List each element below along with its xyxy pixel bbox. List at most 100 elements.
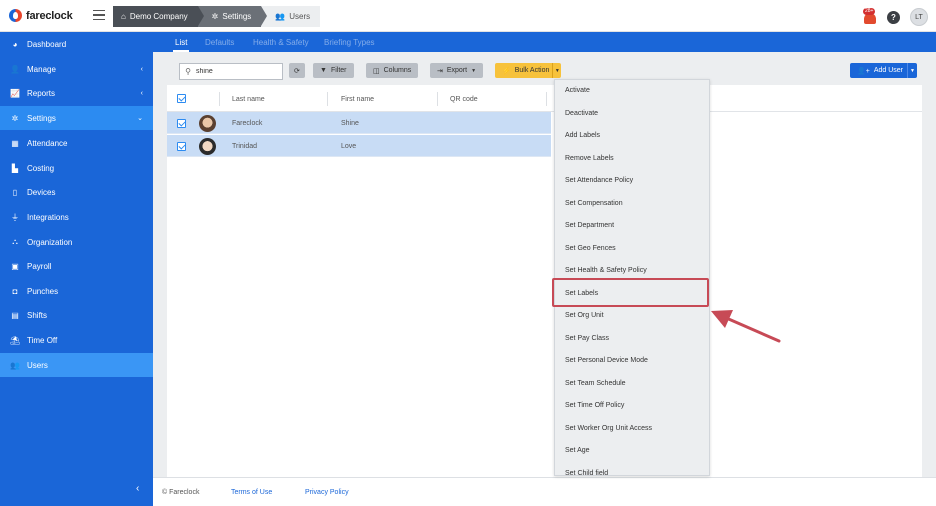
row-checkbox[interactable]: [177, 142, 186, 151]
cell-last-name: Trinidad: [232, 143, 258, 150]
gear-icon: ✲: [11, 113, 19, 123]
users-icon: 👥: [10, 360, 20, 370]
sidebar-item-reports[interactable]: 📈 Reports ‹: [0, 81, 153, 105]
fareclock-logo-icon: [9, 9, 22, 22]
sidebar: ◕ Dashboard 👤 Manage ‹ 📈 Reports ‹ ✲ Set…: [0, 32, 153, 506]
breadcrumb-settings[interactable]: ✲ Settings: [197, 6, 267, 27]
logo-text: fareclock: [26, 9, 73, 22]
breadcrumb-company[interactable]: ⌂ Demo Company: [113, 6, 204, 27]
dashboard-icon: ◕: [12, 39, 18, 49]
menu-item-set-child-field[interactable]: Set Child field: [555, 463, 709, 476]
refresh-button[interactable]: ⟳: [289, 63, 305, 78]
collapse-sidebar-icon[interactable]: ‹: [136, 483, 139, 494]
bulk-action-button[interactable]: ⚡ Bulk Action ▼: [495, 63, 562, 78]
bolt-icon: ⚡: [502, 67, 511, 75]
menu-item-set-compensation[interactable]: Set Compensation: [555, 193, 709, 215]
gear-icon: ✲: [211, 12, 219, 21]
device-icon: ▯: [12, 187, 18, 197]
sidebar-item-manage[interactable]: 👤 Manage ‹: [0, 57, 153, 81]
select-all-checkbox[interactable]: [177, 94, 186, 103]
sidebar-item-costing[interactable]: ▙ Costing: [0, 156, 153, 180]
sidebar-item-attendance[interactable]: ▦ Attendance: [0, 131, 153, 155]
cell-last-name: Fareclock: [232, 120, 263, 127]
menu-item-set-team-schedule[interactable]: Set Team Schedule: [555, 373, 709, 395]
columns-icon: ◫: [373, 67, 380, 75]
chevron-down-icon[interactable]: ▼: [552, 63, 561, 78]
columns-button[interactable]: ◫ Columns: [366, 63, 419, 78]
menu-item-set-org-unit[interactable]: Set Org Unit: [555, 305, 709, 327]
menu-item-set-department[interactable]: Set Department: [555, 215, 709, 237]
sidebar-item-dashboard[interactable]: ◕ Dashboard: [0, 32, 153, 56]
menu-item-set-age[interactable]: Set Age: [555, 440, 709, 462]
sidebar-item-payroll[interactable]: ▣ Payroll: [0, 254, 153, 278]
footer-copyright: © Fareclock: [162, 489, 200, 496]
menu-item-activate[interactable]: Activate: [555, 80, 709, 102]
highlight-box: [552, 278, 709, 307]
notifications-button[interactable]: 28+: [863, 8, 877, 24]
sidebar-item-organization[interactable]: ⛬ Organization: [0, 230, 153, 254]
tab-list[interactable]: List: [172, 38, 190, 52]
menu-item-set-personal-device-mode[interactable]: Set Personal Device Mode: [555, 350, 709, 372]
sidebar-item-punches[interactable]: ◘ Punches: [0, 279, 153, 303]
sidebar-item-settings[interactable]: ✲ Settings ⌄: [0, 106, 153, 130]
sidebar-item-time-off[interactable]: ⛱ Time Off: [0, 328, 153, 352]
cell-first-name: Love: [341, 143, 357, 150]
menu-item-set-geo-fences[interactable]: Set Geo Fences: [555, 238, 709, 260]
logo[interactable]: fareclock: [9, 9, 73, 22]
sidebar-item-shifts[interactable]: ▤ Shifts: [0, 303, 153, 327]
chevron-left-icon: ‹: [140, 89, 143, 97]
footer: © Fareclock Terms of Use Privacy Policy: [153, 477, 936, 506]
menu-item-set-pay-class[interactable]: Set Pay Class: [555, 328, 709, 350]
tab-health-safety[interactable]: Health & Safety: [253, 38, 309, 47]
add-user-button[interactable]: 👤+ Add User ▼: [850, 63, 917, 78]
menu-item-deactivate[interactable]: Deactivate: [555, 103, 709, 125]
help-icon[interactable]: ?: [887, 10, 900, 24]
menu-item-remove-labels[interactable]: Remove Labels: [555, 148, 709, 170]
hamburger-menu-icon[interactable]: [93, 10, 105, 20]
search-input[interactable]: [196, 68, 276, 75]
breadcrumb-users[interactable]: 👥 Users: [261, 6, 321, 27]
column-first-name[interactable]: First name: [341, 96, 374, 103]
menu-item-add-labels[interactable]: Add Labels: [555, 125, 709, 147]
punch-icon: ◘: [12, 286, 18, 296]
table-row[interactable]: Trinidad Love: [167, 135, 551, 157]
chevron-down-icon: ▼: [471, 67, 477, 74]
column-last-name[interactable]: Last name: [232, 96, 265, 103]
calendar-icon: ▤: [11, 310, 19, 320]
terms-link[interactable]: Terms of Use: [231, 489, 272, 496]
top-bar: fareclock ⌂ Demo Company ✲ Settings 👥 Us…: [0, 0, 936, 32]
export-button[interactable]: ⇥ Export ▼: [430, 63, 484, 78]
beach-icon: ⛱: [10, 335, 21, 345]
table-row[interactable]: Fareclock Shine: [167, 112, 551, 134]
table-header: Last name First name QR code: [167, 85, 922, 112]
menu-item-set-attendance-policy[interactable]: Set Attendance Policy: [555, 170, 709, 192]
breadcrumb: ⌂ Demo Company ✲ Settings 👥 Users: [113, 6, 321, 27]
sidebar-item-devices[interactable]: ▯ Devices: [0, 180, 153, 204]
privacy-link[interactable]: Privacy Policy: [305, 489, 349, 496]
tab-bar: List Defaults Health & Safety Briefing T…: [153, 32, 936, 52]
notification-badge: 28+: [863, 8, 876, 15]
sidebar-item-integrations[interactable]: ⏚ Integrations: [0, 205, 153, 229]
payroll-icon: ▣: [11, 261, 19, 271]
chevron-down-icon[interactable]: ▼: [907, 63, 917, 78]
row-checkbox[interactable]: [177, 119, 186, 128]
search-box: ⚲: [179, 63, 283, 80]
plug-icon: ⏚: [11, 212, 19, 222]
tab-briefing-types[interactable]: Briefing Types: [324, 38, 375, 47]
home-icon: ⌂: [121, 12, 126, 21]
search-icon: ⚲: [185, 67, 191, 76]
users-icon: 👥: [275, 12, 286, 21]
avatar: [199, 138, 216, 155]
sidebar-item-users[interactable]: 👥 Users: [0, 353, 153, 377]
attendance-icon: ▦: [11, 138, 19, 148]
chart-icon: 📈: [10, 88, 20, 98]
menu-item-set-time-off-policy[interactable]: Set Time Off Policy: [555, 395, 709, 417]
cell-first-name: Shine: [341, 120, 359, 127]
org-icon: ⛬: [12, 237, 18, 246]
user-avatar[interactable]: LT: [910, 8, 928, 26]
menu-item-set-worker-org-unit-access[interactable]: Set Worker Org Unit Access: [555, 418, 709, 440]
filter-button[interactable]: ▼ Filter: [313, 63, 354, 78]
header-actions: 28+ ? LT: [863, 8, 928, 26]
tab-defaults[interactable]: Defaults: [205, 38, 234, 47]
column-qr-code[interactable]: QR code: [450, 96, 478, 103]
